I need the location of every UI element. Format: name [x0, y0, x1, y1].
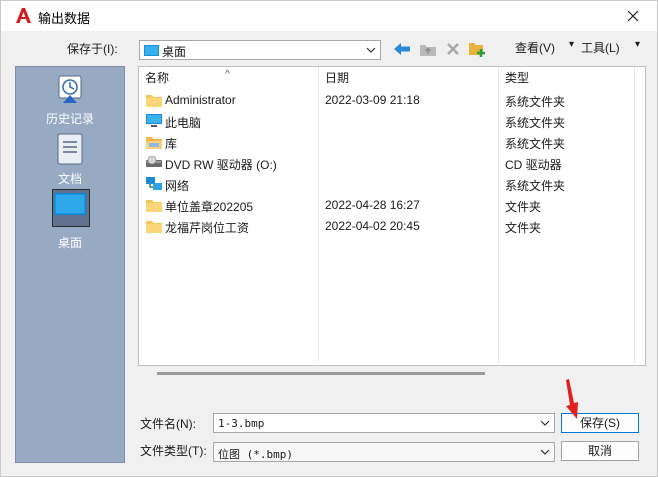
up-folder-icon — [420, 44, 436, 56]
delete-button[interactable] — [442, 39, 464, 59]
file-row[interactable]: 库 系统文件夹 — [139, 132, 645, 153]
save-in-label: 保存于(I): — [67, 42, 118, 56]
filetype-value: 位图 (*.bmp) — [218, 448, 293, 461]
new-folder-button[interactable] — [466, 39, 488, 59]
file-name: 龙福芹岗位工资 — [165, 221, 250, 235]
back-arrow-icon — [394, 43, 410, 55]
autocad-logo-icon — [16, 8, 31, 23]
place-desktop[interactable]: 桌面 — [16, 193, 124, 251]
file-date: 2022-04-28 16:27 — [325, 198, 420, 212]
file-row[interactable]: 此电脑 系统文件夹 — [139, 111, 645, 132]
file-name: Administrator — [165, 93, 236, 107]
file-type: 系统文件夹 — [505, 137, 566, 151]
place-history[interactable]: 历史记录 — [16, 73, 124, 127]
place-desktop-label: 桌面 — [57, 236, 82, 250]
file-row[interactable]: 网络 系统文件夹 — [139, 174, 645, 195]
file-date: 2022-03-09 21:18 — [325, 93, 420, 107]
chevron-down-icon — [540, 449, 550, 455]
file-row[interactable]: Administrator 2022-03-09 21:18 系统文件夹 — [139, 90, 645, 111]
close-icon — [627, 10, 639, 22]
network-icon — [146, 177, 162, 190]
back-button[interactable] — [391, 39, 413, 59]
column-header-name[interactable]: 名称 ^ — [139, 67, 319, 89]
file-type: 文件夹 — [505, 221, 542, 235]
history-icon — [58, 75, 82, 103]
file-name: 单位盖章202205 — [165, 200, 254, 214]
file-name: 此电脑 — [165, 116, 202, 130]
place-documents[interactable]: 文档 — [16, 133, 124, 187]
column-type-label: 类型 — [505, 71, 530, 85]
documents-icon — [57, 133, 83, 165]
file-name: 网络 — [165, 179, 190, 193]
file-type: 系统文件夹 — [505, 116, 566, 130]
computer-icon — [146, 114, 162, 127]
new-folder-icon — [469, 43, 485, 57]
column-header-type[interactable]: 类型 — [499, 67, 635, 89]
filetype-dropdown[interactable]: 位图 (*.bmp) — [213, 442, 555, 462]
file-date: 2022-04-02 20:45 — [325, 219, 420, 233]
file-row[interactable]: DVD RW 驱动器 (O:) CD 驱动器 — [139, 153, 645, 174]
export-data-dialog: 输出数据 保存于(I): 桌面 查看(V) ▾ 工具(L) ▾ 历史记录 文档 … — [0, 0, 658, 477]
scrollbar-thumb[interactable] — [157, 372, 485, 375]
places-bar: 历史记录 文档 桌面 — [15, 66, 125, 463]
filename-value: 1-3.bmp — [218, 417, 265, 430]
sort-ascending-icon: ^ — [225, 69, 230, 80]
place-history-label: 历史记录 — [45, 112, 94, 126]
file-type: CD 驱动器 — [505, 158, 562, 172]
close-button[interactable] — [615, 4, 651, 28]
folder-icon — [146, 200, 162, 212]
location-value: 桌面 — [162, 45, 187, 59]
file-type: 系统文件夹 — [505, 179, 566, 193]
column-name-label: 名称 — [145, 71, 170, 85]
file-name: 库 — [165, 137, 178, 151]
desktop-icon — [144, 45, 159, 56]
file-name: DVD RW 驱动器 (O:) — [165, 158, 277, 172]
library-folder-icon — [146, 137, 162, 149]
filetype-label: 文件类型(T): — [140, 444, 207, 458]
location-dropdown[interactable]: 桌面 — [139, 40, 381, 60]
file-row[interactable]: 龙福芹岗位工资 2022-04-02 20:45 文件夹 — [139, 216, 645, 237]
view-menu[interactable]: 查看(V) — [515, 39, 555, 56]
column-date-label: 日期 — [325, 71, 350, 85]
filename-label: 文件名(N): — [140, 417, 196, 431]
view-menu-arrow-icon[interactable]: ▾ — [569, 39, 574, 50]
cancel-button[interactable]: 取消 — [561, 441, 639, 461]
folder-icon — [146, 221, 162, 233]
file-list[interactable]: 名称 ^ 日期 类型 Administrator 2022-03-09 21:1… — [138, 66, 646, 366]
file-row[interactable]: 单位盖章202205 2022-04-28 16:27 文件夹 — [139, 195, 645, 216]
tools-menu-arrow-icon[interactable]: ▾ — [635, 39, 640, 50]
file-type: 系统文件夹 — [505, 95, 566, 109]
chevron-down-icon — [366, 47, 376, 53]
delete-x-icon — [447, 43, 459, 55]
title-bar: 输出数据 — [1, 1, 657, 31]
tools-menu[interactable]: 工具(L) — [581, 39, 620, 56]
filename-input[interactable]: 1-3.bmp — [213, 413, 555, 433]
up-folder-button[interactable] — [417, 39, 439, 59]
file-type: 文件夹 — [505, 200, 542, 214]
window-title: 输出数据 — [38, 11, 91, 26]
folder-icon — [146, 95, 162, 107]
dvd-drive-icon — [146, 156, 162, 167]
column-header-date[interactable]: 日期 — [319, 67, 499, 89]
chevron-down-icon — [540, 420, 550, 426]
red-annotation-arrow-icon — [566, 379, 578, 419]
desktop-icon — [54, 193, 86, 215]
place-documents-label: 文档 — [57, 172, 82, 186]
